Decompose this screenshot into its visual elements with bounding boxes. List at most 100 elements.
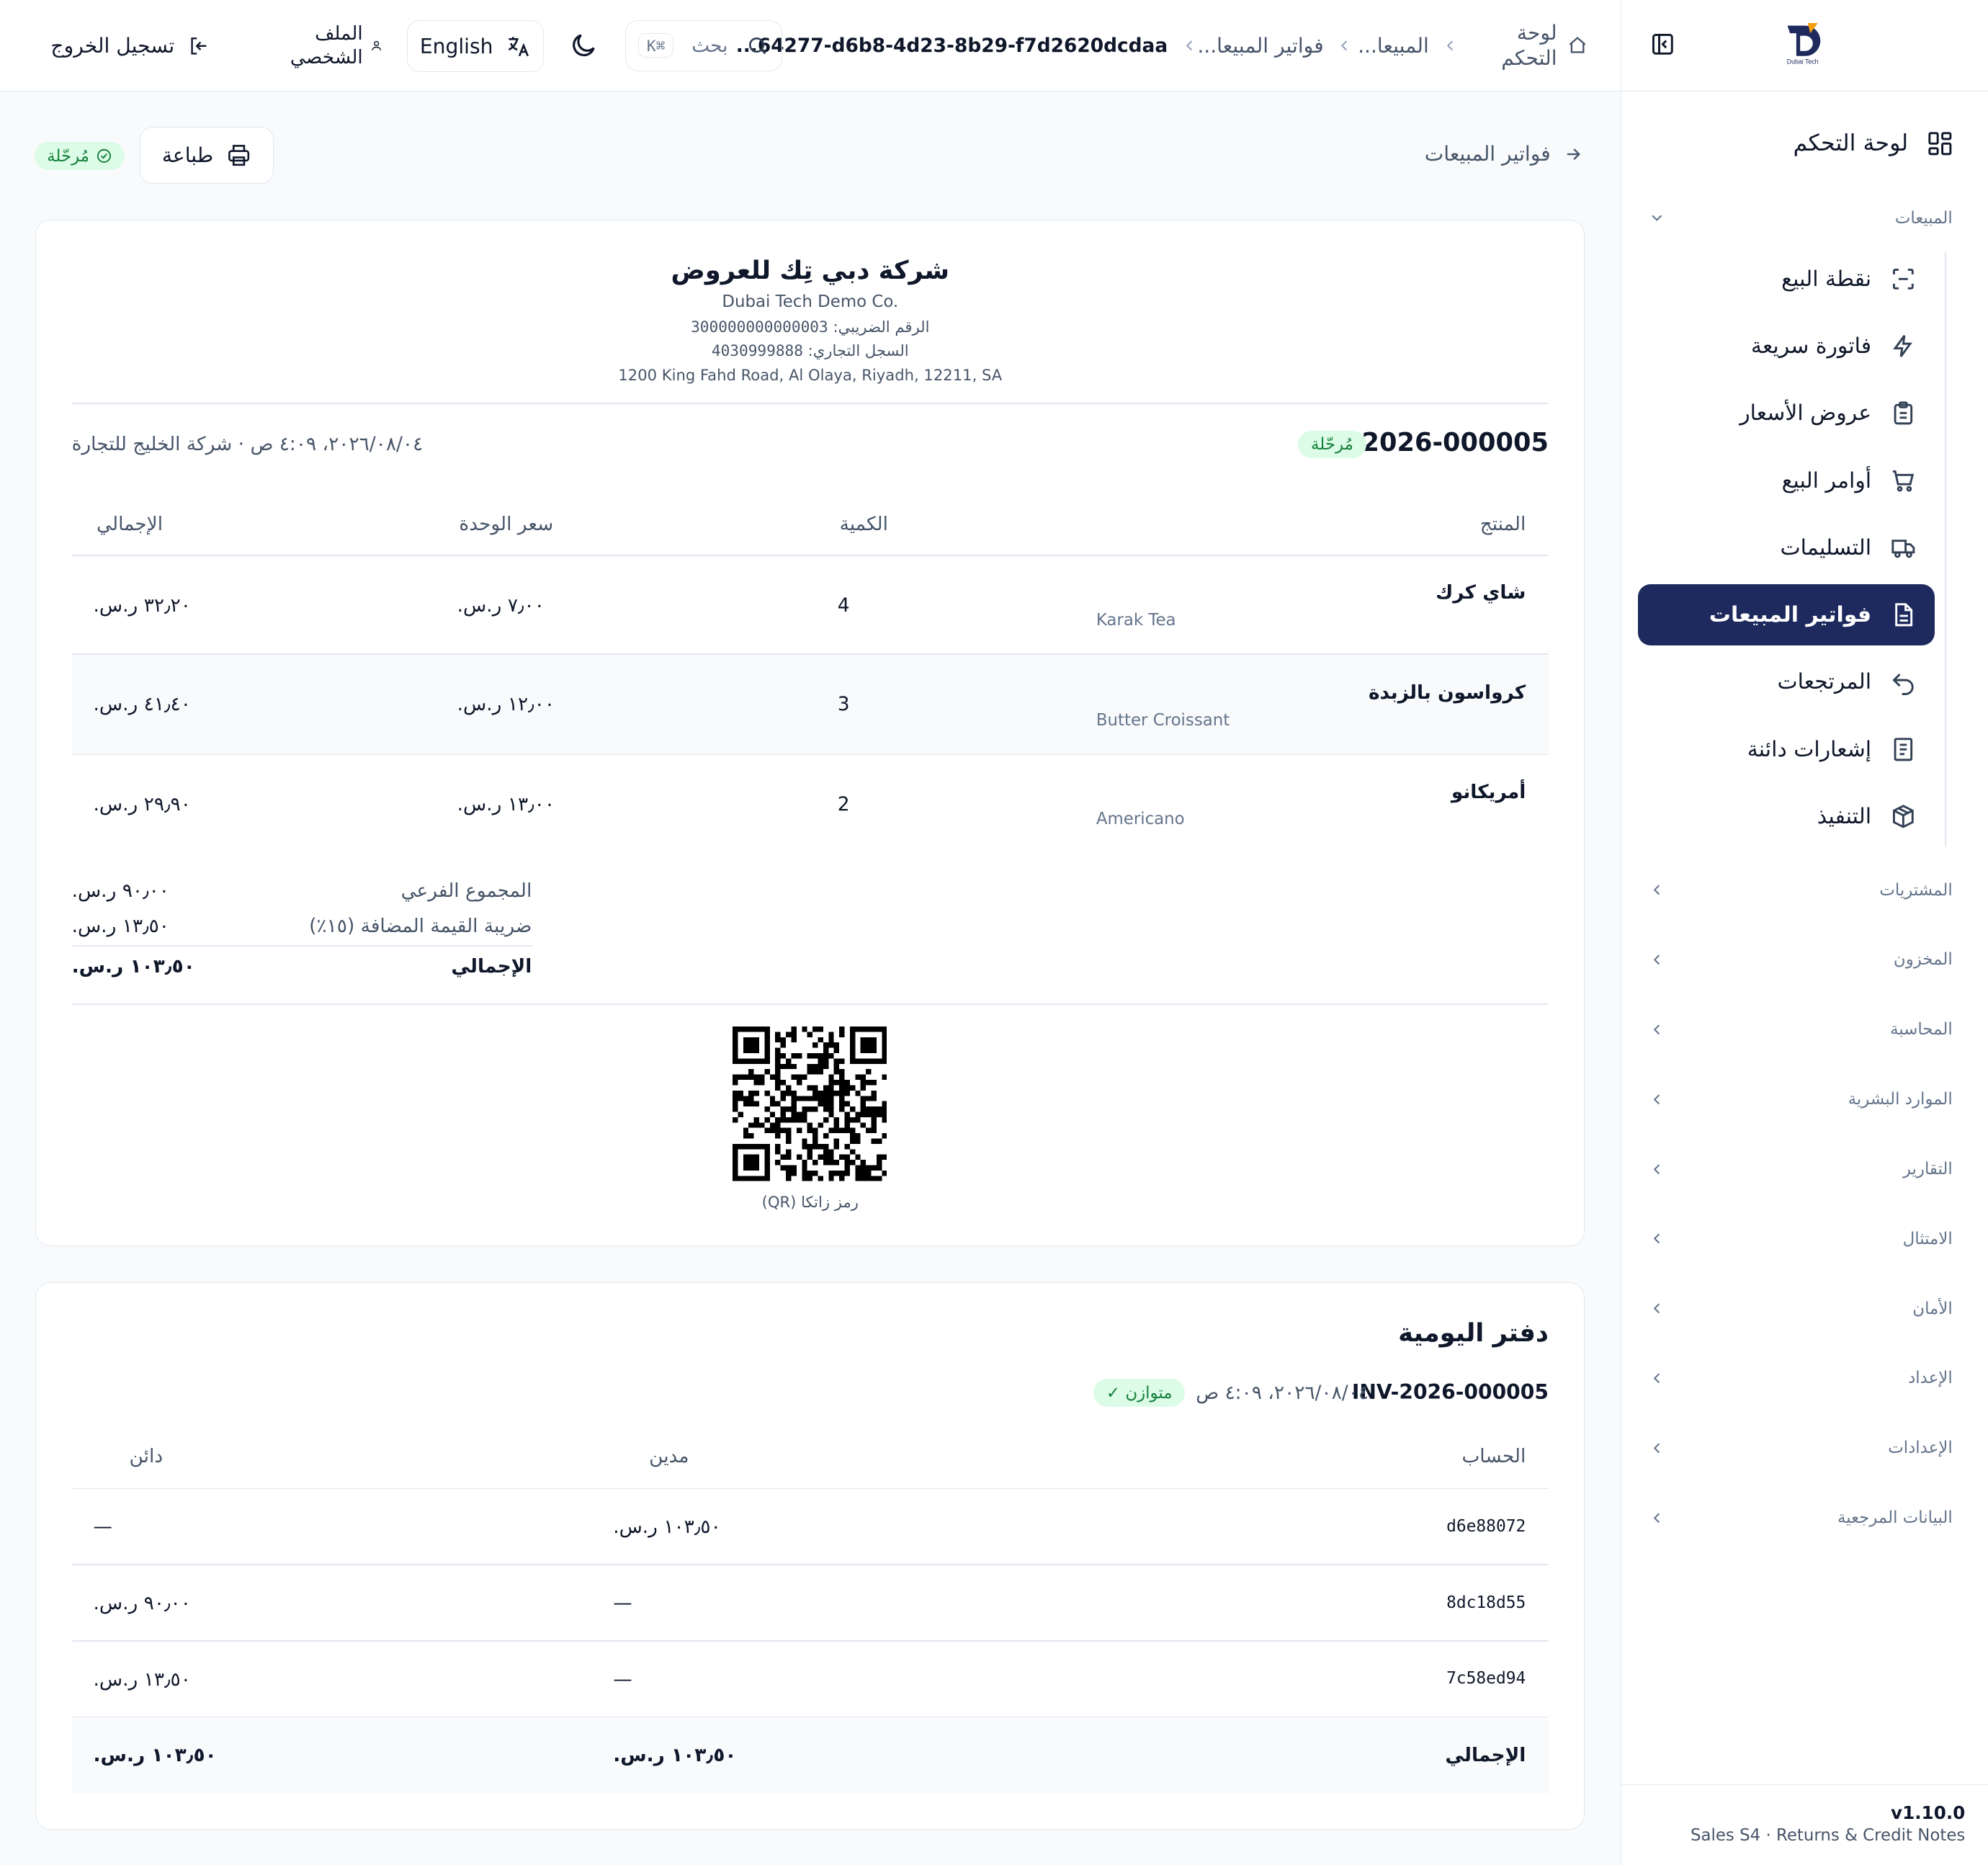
- qr-module: [764, 1053, 770, 1059]
- qr-module: [849, 1133, 855, 1139]
- check-circle-icon: [97, 148, 111, 164]
- qr-module: [854, 1176, 861, 1181]
- qr-module: [823, 1117, 828, 1123]
- print-button[interactable]: طباعة: [139, 127, 274, 184]
- company-logo[interactable]: Dubai Tech: [1780, 18, 1825, 68]
- qr-module: [833, 1170, 839, 1176]
- sidebar-group-inventory[interactable]: المخزون: [1648, 944, 1953, 975]
- journal-debit: —: [613, 1668, 632, 1691]
- qr-module: [785, 1127, 792, 1134]
- qr-module: [791, 1112, 797, 1117]
- sidebar-item-sales-orders[interactable]: أوامر البيع: [1638, 450, 1935, 511]
- sidebar-header: Dubai Tech: [1621, 0, 1988, 91]
- qr-module: [791, 1032, 797, 1037]
- moon-icon[interactable]: [568, 30, 599, 61]
- qr-module: [738, 1026, 743, 1032]
- sidebar-group-security[interactable]: الأمان: [1648, 1293, 1953, 1323]
- qr-module: [807, 1106, 812, 1112]
- qr-module: [764, 1037, 770, 1043]
- sidebar-group-settings[interactable]: الإعدادات: [1648, 1433, 1953, 1463]
- qr-module: [812, 1090, 818, 1096]
- sidebar-item-credit-notes[interactable]: إشعارات دائنة: [1638, 719, 1935, 779]
- sidebar-item-sales-invoices[interactable]: فواتير المبيعات: [1638, 584, 1935, 645]
- sidebar-item-fulfillment[interactable]: التنفيذ: [1638, 786, 1935, 846]
- sidebar-group-accounting[interactable]: المحاسبة: [1648, 1014, 1953, 1045]
- qr-module: [796, 1127, 802, 1134]
- breadcrumb-home[interactable]: لوحة التحكم: [1496, 0, 1588, 91]
- breadcrumb-sales[interactable]: المبيعا...: [1358, 0, 1429, 91]
- profile-link[interactable]: الملف الشخصي: [274, 20, 382, 71]
- qr-module: [801, 1026, 807, 1032]
- sidebar-group-hr[interactable]: الموارد البشرية: [1648, 1084, 1953, 1114]
- qr-module: [871, 1026, 877, 1032]
- line-qty: 3: [837, 693, 850, 716]
- qr-module: [796, 1154, 802, 1160]
- qr-module: [881, 1074, 887, 1081]
- qr-module: [769, 1101, 775, 1107]
- qr-module: [785, 1165, 792, 1171]
- logout-icon: [191, 37, 207, 55]
- back-to-invoices-link[interactable]: فواتير المبيعات: [1425, 142, 1584, 166]
- qr-module: [791, 1117, 797, 1123]
- qr-module: [865, 1106, 872, 1112]
- sidebar-item-returns[interactable]: المرتجعات: [1638, 652, 1935, 712]
- qr-module: [849, 1058, 855, 1064]
- chevron-left-icon: [1654, 1513, 1660, 1523]
- qr-module: [791, 1096, 797, 1101]
- qr-module: [854, 1112, 861, 1117]
- qr-module: [738, 1090, 743, 1096]
- qr-module: [743, 1047, 748, 1054]
- qr-module: [849, 1106, 855, 1112]
- sidebar-item-quick-invoice[interactable]: فاتورة سريعة: [1638, 316, 1935, 376]
- qr-module: [796, 1117, 802, 1123]
- sidebar-item-dashboard[interactable]: لوحة التحكم: [1655, 124, 1953, 162]
- qr-module: [871, 1037, 877, 1043]
- table-row: [71, 655, 1549, 754]
- sidebar-group-reports[interactable]: التقارير: [1648, 1154, 1953, 1184]
- sidebar-group-sales[interactable]: المبيعات: [1648, 203, 1953, 233]
- qr-module: [738, 1074, 743, 1081]
- sidebar-item-label: فاتورة سريعة: [1750, 334, 1872, 359]
- qr-module: [796, 1080, 802, 1086]
- qr-module: [764, 1047, 770, 1054]
- qr-module: [844, 1085, 850, 1091]
- sidebar-group-setup[interactable]: الإعداد: [1648, 1363, 1953, 1393]
- qr-module: [764, 1160, 770, 1166]
- qr-module: [876, 1160, 882, 1166]
- qr-module: [738, 1058, 743, 1064]
- sidebar-item-label: فواتير المبيعات: [1709, 602, 1872, 628]
- qr-module: [823, 1063, 828, 1070]
- sidebar-item-deliveries[interactable]: التسليمات: [1638, 517, 1935, 578]
- qr-module: [780, 1096, 786, 1101]
- qr-module: [801, 1138, 807, 1144]
- qr-module: [764, 1176, 770, 1181]
- journal-credit: —: [93, 1516, 112, 1539]
- breadcrumb-invoices[interactable]: فواتير المبيعا...: [1197, 0, 1323, 91]
- qr-module: [732, 1117, 738, 1123]
- search-input[interactable]: بحث ⌘K: [624, 20, 783, 71]
- qr-module: [732, 1176, 738, 1181]
- sidebar-item-pos[interactable]: نقطة البيع: [1638, 249, 1935, 309]
- vat-label: ضريبة القيمة المضافة (١٥٪): [309, 915, 532, 938]
- sidebar-group-label: الامتثال: [1902, 1229, 1953, 1248]
- qr-module: [732, 1080, 738, 1086]
- sidebar-item-quotations[interactable]: عروض الأسعار: [1638, 383, 1935, 444]
- sidebar-group-purchases[interactable]: المشتريات: [1648, 875, 1953, 905]
- qr-module: [865, 1069, 872, 1075]
- sidebar-group-reference-data[interactable]: البيانات المرجعية: [1648, 1503, 1953, 1533]
- qr-module: [758, 1080, 765, 1086]
- sidebar-collapse-icon[interactable]: [1649, 30, 1677, 58]
- line-price: ١٣٫٠٠ ر.س.: [457, 793, 555, 816]
- logout-button[interactable]: تسجيل الخروج: [50, 30, 210, 61]
- qr-module: [871, 1090, 877, 1096]
- qr-module: [833, 1069, 839, 1075]
- qr-module: [748, 1154, 754, 1160]
- qr-module: [791, 1170, 797, 1176]
- qr-module: [881, 1053, 887, 1059]
- document-icon: [1894, 603, 1912, 627]
- qr-module: [753, 1058, 759, 1064]
- sidebar-group-compliance[interactable]: الامتثال: [1648, 1224, 1953, 1254]
- dashboard-grid-icon: [1928, 131, 1952, 155]
- qr-module: [796, 1096, 802, 1101]
- language-toggle-button[interactable]: English: [407, 20, 545, 73]
